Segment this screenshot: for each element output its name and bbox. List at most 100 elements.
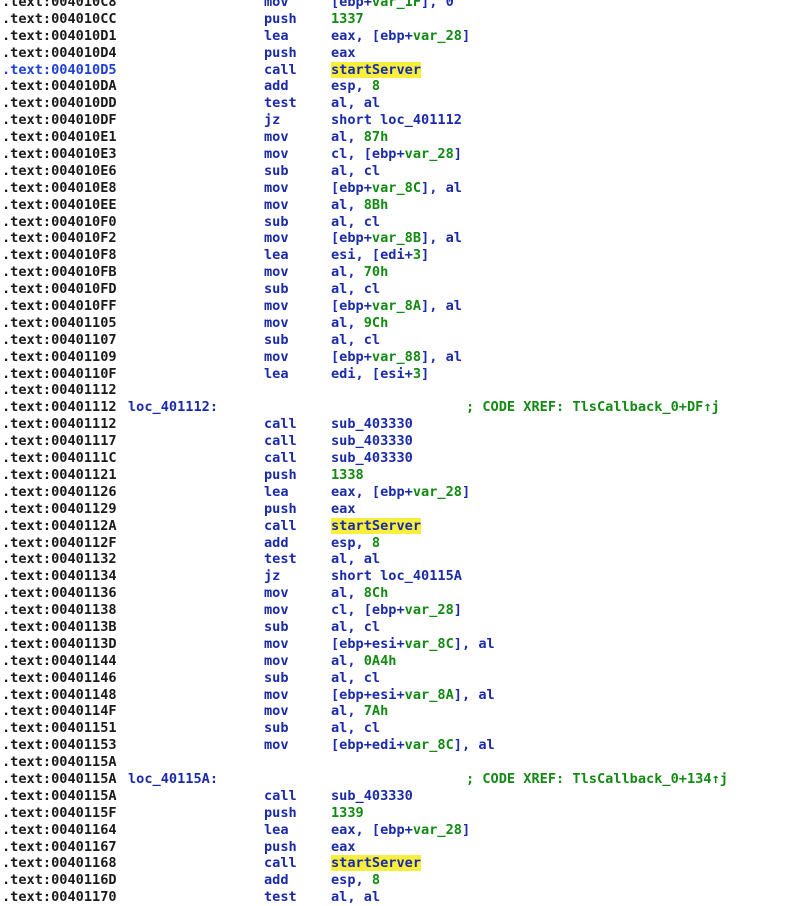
mnemonic[interactable]: sub [264, 619, 289, 636]
address[interactable]: .text:0040111C [2, 450, 117, 467]
address[interactable]: .text:004010FD [2, 281, 117, 298]
listing-line[interactable]: .text:00401148 mov [ebp+esi+var_8A], al [0, 687, 800, 704]
address[interactable]: .text:00401170 [2, 889, 117, 906]
address[interactable]: .text:004010E8 [2, 180, 117, 197]
mnemonic[interactable]: lea [264, 366, 289, 383]
mnemonic[interactable]: mov [264, 230, 289, 247]
mnemonic[interactable]: push [264, 11, 297, 28]
address[interactable]: .text:00401134 [2, 568, 117, 585]
listing-line[interactable]: .text:0040115F push 1339 [0, 805, 800, 822]
mnemonic[interactable]: jz [264, 568, 280, 585]
address[interactable]: .text:004010E1 [2, 129, 117, 146]
mnemonic[interactable]: call [264, 416, 297, 433]
stack-variable[interactable]: var_8C [405, 636, 454, 652]
address[interactable]: .text:00401112 [2, 382, 117, 399]
listing-line[interactable]: .text:00401132 test al, al [0, 551, 800, 568]
operands[interactable]: [ebp+var_88], al [331, 349, 462, 366]
listing-line[interactable]: .text:004010C8 mov [ebp+var_1F], 0 [0, 0, 800, 11]
xref-comment[interactable]: ; CODE XREF: TlsCallback_0+DF↑j [466, 399, 720, 416]
address[interactable]: .text:004010D5 [2, 62, 117, 79]
stack-variable[interactable]: var_28 [413, 28, 462, 44]
mnemonic[interactable]: mov [264, 0, 289, 11]
operands[interactable]: eax, [ebp+var_28] [331, 28, 470, 45]
address[interactable]: .text:004010C8 [2, 0, 117, 11]
mnemonic[interactable]: sub [264, 720, 289, 737]
listing-line[interactable]: .text:00401136 mov al, 8Ch [0, 585, 800, 602]
mnemonic[interactable]: mov [264, 737, 289, 754]
listing-line[interactable]: .text:0040115A call sub_403330 [0, 788, 800, 805]
listing-line[interactable]: .text:004010EE mov al, 8Bh [0, 197, 800, 214]
listing-line[interactable]: .text:004010FF mov [ebp+var_8A], al [0, 298, 800, 315]
mnemonic[interactable]: mov [264, 636, 289, 653]
mnemonic[interactable]: sub [264, 670, 289, 687]
stack-variable[interactable]: var_88 [372, 349, 421, 365]
listing-line[interactable]: .text:0040112A call startServer [0, 517, 800, 535]
operands[interactable]: al, 8Bh [331, 197, 388, 214]
address[interactable]: .text:004010F8 [2, 247, 117, 264]
address[interactable]: .text:004010FF [2, 298, 117, 315]
operands[interactable]: eax [331, 501, 356, 518]
address[interactable]: .text:004010D4 [2, 45, 117, 62]
operands[interactable]: startServer [331, 61, 422, 79]
operands[interactable]: al, 9Ch [331, 315, 388, 332]
mnemonic[interactable]: mov [264, 129, 289, 146]
listing-line[interactable]: .text:0040113B sub al, cl [0, 619, 800, 636]
listing-line[interactable]: .text:0040115A loc_40115A: ; CODE XREF: Tl… [0, 771, 800, 788]
highlighted-symbol[interactable]: erver [380, 61, 422, 78]
address[interactable]: .text:0040115A [2, 771, 117, 788]
operands[interactable]: startServer [331, 855, 422, 872]
operands[interactable]: al, 0A4h [331, 653, 397, 670]
operands[interactable]: al, cl [331, 214, 380, 231]
listing-line[interactable]: .text:004010DF jz short loc_401112 [0, 112, 800, 129]
listing-line[interactable]: .text:00401112 loc_401112: ; CODE XREF: Tl… [0, 399, 800, 416]
operands[interactable]: eax [331, 839, 356, 856]
listing-line[interactable]: .text:004010F2 mov [ebp+var_8B], al [0, 230, 800, 247]
address[interactable]: .text:00401148 [2, 687, 117, 704]
mnemonic[interactable]: mov [264, 653, 289, 670]
address[interactable]: .text:00401117 [2, 433, 117, 450]
mnemonic[interactable]: push [264, 45, 297, 62]
listing-line[interactable]: .text:0040113D mov [ebp+esi+var_8C], al [0, 636, 800, 653]
operands[interactable]: sub_403330 [331, 416, 413, 433]
disassembly-listing[interactable]: .text:004010C8 mov [ebp+var_1F], 0 .text:00… [0, 0, 800, 906]
listing-line[interactable]: .text:00401134 jz short loc_40115A [0, 568, 800, 585]
listing-line[interactable]: .text:00401153 mov [ebp+edi+var_8C], al [0, 737, 800, 754]
listing-line[interactable]: .text:004010DA add esp, 8 [0, 78, 800, 95]
operands[interactable]: [ebp+var_8B], al [331, 230, 462, 247]
stack-variable[interactable]: var_28 [413, 484, 462, 500]
operands[interactable]: sub_403330 [331, 433, 413, 450]
listing-line[interactable]: .text:00401146 sub al, cl [0, 670, 800, 687]
listing-line[interactable]: .text:00401121 push 1338 [0, 467, 800, 484]
address[interactable]: .text:00401112 [2, 416, 117, 433]
listing-line[interactable]: .text:00401170 test al, al [0, 889, 800, 906]
mnemonic[interactable]: test [264, 889, 297, 906]
address[interactable]: .text:004010FB [2, 264, 117, 281]
xref-comment[interactable]: ; CODE XREF: TlsCallback_0+134↑j [466, 771, 728, 788]
mnemonic[interactable]: sub [264, 214, 289, 231]
operands[interactable]: eax, [ebp+var_28] [331, 822, 470, 839]
address[interactable]: .text:0040115A [2, 754, 117, 771]
operands[interactable]: eax [331, 45, 356, 62]
operands[interactable]: 1337 [331, 11, 364, 28]
operands[interactable]: al, 7Ah [331, 703, 388, 720]
mnemonic[interactable]: mov [264, 298, 289, 315]
mnemonic[interactable]: push [264, 839, 297, 856]
mnemonic[interactable]: test [264, 551, 297, 568]
address[interactable]: .text:0040110F [2, 366, 117, 383]
address[interactable]: .text:0040116D [2, 872, 117, 889]
listing-line[interactable]: .text:00401129 push eax [0, 501, 800, 518]
operands[interactable]: al, 87h [331, 129, 388, 146]
operands[interactable]: [ebp+esi+var_8C], al [331, 636, 495, 653]
mnemonic[interactable]: mov [264, 349, 289, 366]
operands[interactable]: short loc_40115A [331, 568, 462, 585]
address[interactable]: .text:00401105 [2, 315, 117, 332]
address[interactable]: .text:00401109 [2, 349, 117, 366]
highlighted-symbol[interactable]: startS [331, 61, 381, 78]
operands[interactable]: 1339 [331, 805, 364, 822]
listing-line[interactable]: .text:0040114F mov al, 7Ah [0, 703, 800, 720]
operands[interactable]: eax, [ebp+var_28] [331, 484, 470, 501]
stack-variable[interactable]: var_8C [372, 180, 421, 196]
address[interactable]: .text:004010D1 [2, 28, 117, 45]
operands[interactable]: [ebp+var_1F], 0 [331, 0, 454, 11]
mnemonic[interactable]: push [264, 805, 297, 822]
